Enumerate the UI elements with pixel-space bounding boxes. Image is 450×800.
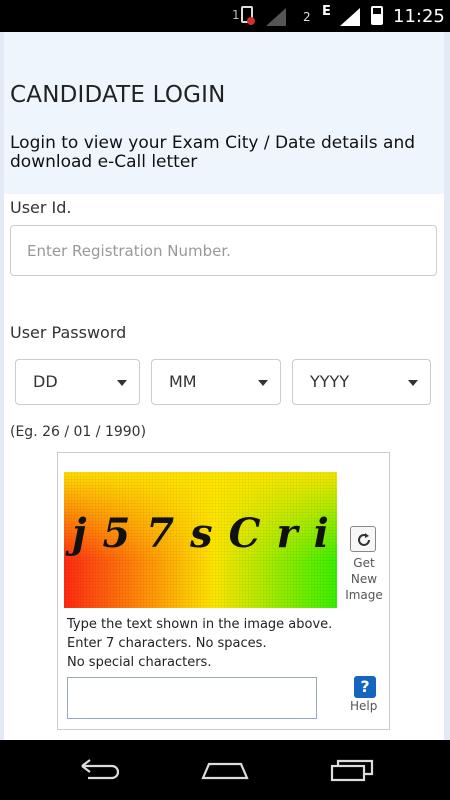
get-new-line2: New <box>350 572 378 586</box>
login-frame: CANDIDATE LOGIN Login to view your Exam … <box>4 32 444 740</box>
captcha-instruction-1: Type the text shown in the image above. <box>67 617 333 632</box>
network-type: E <box>322 4 331 19</box>
date-example: (Eg. 26 / 01 / 1990) <box>10 424 147 440</box>
year-select-value: YYYY <box>310 372 350 391</box>
captcha-image: j57sCri <box>64 472 337 608</box>
sim-card-icon <box>241 6 255 25</box>
navigation-bar <box>0 740 450 800</box>
password-label: User Password <box>10 323 127 342</box>
day-select-value: DD <box>33 372 58 391</box>
captcha-panel: j57sCri Get New Image Type the text show… <box>57 452 390 730</box>
signal-weak-icon <box>266 8 286 26</box>
recents-icon[interactable] <box>330 758 374 786</box>
get-new-line3: Image <box>345 588 383 602</box>
year-select[interactable]: YYYY <box>292 359 431 405</box>
day-select[interactable]: DD <box>15 359 140 405</box>
month-select-value: MM <box>169 372 197 391</box>
page-subtitle: Login to view your Exam City / Date deta… <box>10 133 416 172</box>
month-select[interactable]: MM <box>151 359 281 405</box>
captcha-text: j57sCri <box>72 510 337 557</box>
captcha-input[interactable] <box>67 677 317 719</box>
captcha-instruction-2: Enter 7 characters. No spaces. <box>67 636 267 651</box>
captcha-instructions: Type the text shown in the image above. … <box>67 615 332 672</box>
login-header: CANDIDATE LOGIN Login to view your Exam … <box>4 32 444 194</box>
sim2-label: 2 <box>303 10 311 24</box>
page-background: CANDIDATE LOGIN Login to view your Exam … <box>0 32 450 740</box>
back-icon[interactable] <box>78 758 122 786</box>
help-icon[interactable]: ? <box>354 676 376 698</box>
chevron-down-icon <box>258 380 268 386</box>
home-icon[interactable] <box>201 758 249 786</box>
user-id-input[interactable] <box>10 225 437 276</box>
captcha-instruction-3: No special characters. <box>67 655 212 670</box>
user-id-label: User Id. <box>10 198 72 217</box>
help-label[interactable]: Help <box>350 699 377 713</box>
get-new-image-button[interactable]: Get New Image <box>344 555 384 603</box>
battery-icon <box>371 6 383 25</box>
get-new-line1: Get <box>353 556 375 570</box>
chevron-down-icon <box>408 380 418 386</box>
sim1-label: 1 <box>232 8 240 22</box>
status-bar: 1 2 E 11:25 <box>0 0 450 32</box>
clock: 11:25 <box>393 6 445 27</box>
chevron-down-icon <box>117 380 127 386</box>
signal-strong-icon <box>340 8 360 26</box>
refresh-icon[interactable] <box>350 526 376 552</box>
page-title: CANDIDATE LOGIN <box>10 82 226 108</box>
